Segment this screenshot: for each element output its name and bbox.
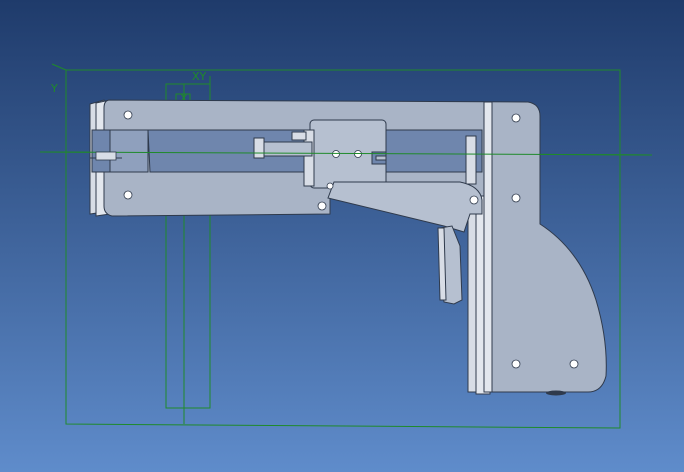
hole-icon xyxy=(469,195,479,205)
hole-icon xyxy=(332,150,340,158)
plane-label-y: Y xyxy=(50,82,58,95)
bolt-rod[interactable] xyxy=(261,141,313,157)
hole-icon xyxy=(511,113,521,123)
hole-icon xyxy=(511,359,521,369)
cad-viewport[interactable]: Y XY X xyxy=(0,0,684,472)
muzzle-pin-body xyxy=(95,151,117,161)
bolt-rod-tip xyxy=(253,137,265,159)
hole-icon xyxy=(569,359,579,369)
muzzle-slot-face xyxy=(109,129,149,173)
hole-icon xyxy=(123,110,133,120)
grip-foot xyxy=(546,390,566,396)
hole-icon xyxy=(326,182,334,190)
hole-icon xyxy=(317,201,327,211)
rear-stop-block xyxy=(465,135,477,185)
hole-icon xyxy=(511,193,521,203)
grip-front-edge xyxy=(483,101,493,393)
viewport-background xyxy=(0,0,684,472)
hole-icon xyxy=(123,190,133,200)
trigger-lever-edge xyxy=(437,227,447,301)
plane-label-xy: XY xyxy=(192,70,207,83)
bolt-rod-collar xyxy=(291,131,307,141)
